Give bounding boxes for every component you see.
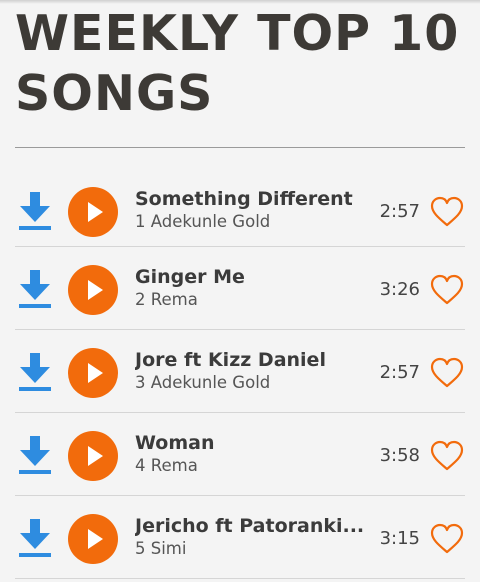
download-icon[interactable] [19,353,51,391]
song-artist: 3 Adekunle Gold [135,373,271,392]
play-button[interactable] [68,187,118,237]
heart-icon[interactable] [430,523,464,555]
song-title: Jore ft Kizz Daniel [135,349,326,371]
heart-icon[interactable] [430,357,464,389]
song-row: Ginger Me 2 Rema 3:26 [15,247,465,330]
play-icon [88,363,103,383]
song-title: Something Different [135,188,353,210]
play-icon [88,202,103,222]
download-icon[interactable] [19,519,51,557]
song-duration: 3:26 [379,279,420,300]
song-artist: 2 Rema [135,290,198,309]
heart-icon[interactable] [430,196,464,228]
play-button[interactable] [68,431,118,481]
play-button[interactable] [68,514,118,564]
play-icon [88,529,103,549]
song-title: Woman [135,432,215,454]
song-row: Something Different 1 Adekunle Gold 2:57 [15,170,465,247]
play-button[interactable] [68,348,118,398]
heart-icon[interactable] [430,440,464,472]
song-info: Jericho ft Patoranki... 5 Simi [135,514,365,560]
song-row: Jore ft Kizz Daniel 3 Adekunle Gold 2:57 [15,330,465,413]
song-info: Woman 4 Rema [135,431,365,477]
download-icon[interactable] [19,436,51,474]
song-list: Something Different 1 Adekunle Gold 2:57… [15,170,465,579]
song-title: Ginger Me [135,266,245,288]
song-duration: 2:57 [379,201,420,222]
song-row: Woman 4 Rema 3:58 [15,413,465,496]
song-info: Ginger Me 2 Rema [135,265,365,311]
song-title: Jericho ft Patoranki... [135,515,365,537]
play-icon [88,280,103,300]
download-icon[interactable] [19,192,51,230]
play-icon [88,446,103,466]
song-artist: 1 Adekunle Gold [135,212,271,231]
title-divider [15,147,465,148]
song-artist: 4 Rema [135,456,198,475]
song-info: Something Different 1 Adekunle Gold [135,187,365,233]
heart-icon[interactable] [430,274,464,306]
song-duration: 3:15 [379,528,420,549]
song-info: Jore ft Kizz Daniel 3 Adekunle Gold [135,348,365,394]
song-row: Jericho ft Patoranki... 5 Simi 3:15 [15,496,465,579]
song-duration: 3:58 [379,445,420,466]
download-icon[interactable] [19,270,51,308]
play-button[interactable] [68,265,118,315]
song-duration: 2:57 [379,362,420,383]
song-artist: 5 Simi [135,539,187,558]
page-title: WEEKLY TOP 10 SONGS [15,5,460,122]
